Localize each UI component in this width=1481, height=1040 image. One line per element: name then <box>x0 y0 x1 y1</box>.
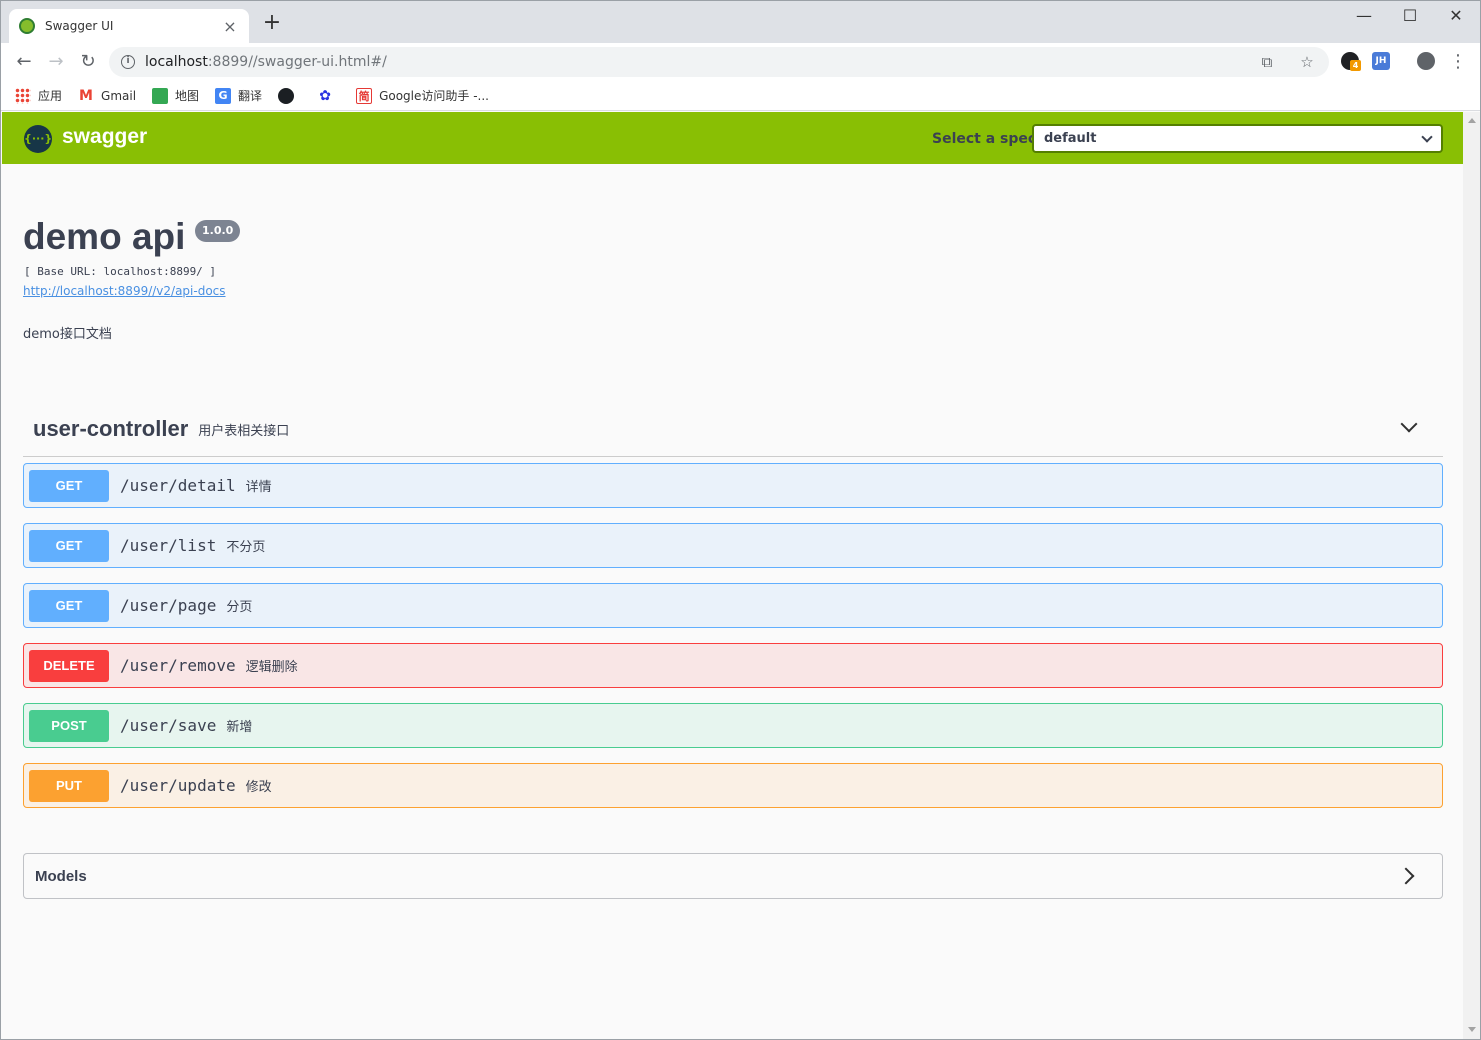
operation-summary: 不分页 <box>226 540 266 555</box>
api-title: demo api <box>23 216 186 257</box>
apps-grid-icon <box>15 87 31 104</box>
github-icon <box>278 87 295 104</box>
close-window-button[interactable]: ✕ <box>1433 5 1479 29</box>
operation-summary: 修改 <box>245 780 272 795</box>
chevron-down-icon <box>1421 130 1433 143</box>
method-badge: POST <box>29 709 109 742</box>
browser-window: Swagger UI × + — ☐ ✕ ← → ↻ i localhost:8… <box>0 0 1481 1040</box>
reload-icon[interactable]: ↻ <box>75 49 101 75</box>
operation-summary: 分页 <box>226 600 253 615</box>
tab-close-icon[interactable]: × <box>221 17 239 36</box>
swagger-page: {···} swagger Select a spec default demo… <box>2 112 1463 1039</box>
method-badge: GET <box>29 589 109 622</box>
operation-path: /user/save <box>120 716 217 735</box>
operation-path: /user/page <box>120 596 217 615</box>
operation-get-user-detail[interactable]: GET /user/detail 详情 <box>23 463 1443 508</box>
chevron-right-icon[interactable] <box>1397 867 1415 885</box>
operation-get-user-page[interactable]: GET /user/page 分页 <box>23 583 1443 628</box>
spec-select[interactable]: default <box>1032 124 1443 153</box>
bookmark-apps[interactable]: 应用 <box>15 87 62 104</box>
scroll-up-icon[interactable] <box>1468 118 1476 123</box>
tag-description: 用户表相关接口 <box>198 423 290 439</box>
gmail-icon: M <box>79 87 93 104</box>
tab-title: Swagger UI <box>45 19 114 33</box>
address-bar[interactable]: i localhost:8899//swagger-ui.html#/ ⧉ ☆ <box>109 47 1329 77</box>
operation-path: /user/list <box>120 536 217 555</box>
swagger-brand[interactable]: swagger <box>62 125 147 149</box>
tab-swagger-ui[interactable]: Swagger UI × <box>9 9 249 43</box>
back-arrow-icon[interactable]: ← <box>11 49 37 75</box>
browser-toolbar: ← → ↻ i localhost:8899//swagger-ui.html#… <box>1 43 1480 81</box>
tag-name: user-controller <box>33 416 189 441</box>
operation-summary: 新增 <box>226 720 253 735</box>
extension-icon[interactable]: 4 <box>1341 52 1361 71</box>
baidu-icon: ✿ <box>319 87 331 104</box>
jh-extension-icon[interactable]: JH <box>1372 52 1390 70</box>
bookmark-star-icon[interactable]: ☆ <box>1297 53 1317 71</box>
bookmark-gmail[interactable]: M Gmail <box>78 88 136 104</box>
bookmark-maps[interactable]: 地图 <box>152 87 199 104</box>
method-badge: DELETE <box>29 649 109 682</box>
bookmark-baidu[interactable]: ✿ <box>317 88 340 104</box>
version-badge: 1.0.0 <box>195 220 241 242</box>
chevron-down-icon[interactable] <box>1400 415 1418 433</box>
api-description: demo接口文档 <box>23 327 112 342</box>
forward-arrow-icon[interactable]: → <box>43 49 69 75</box>
translate-page-icon[interactable]: ⧉ <box>1257 53 1277 71</box>
page-scrollbar[interactable] <box>1463 112 1480 1039</box>
bookmark-google-helper[interactable]: 简 Google访问助手 -... <box>356 87 489 104</box>
jian-icon: 简 <box>356 87 373 104</box>
operation-delete-user-remove[interactable]: DELETE /user/remove 逻辑删除 <box>23 643 1443 688</box>
scroll-down-icon[interactable] <box>1468 1027 1476 1032</box>
site-info-icon[interactable]: i <box>121 55 135 69</box>
maps-icon <box>152 87 169 104</box>
operation-get-user-list[interactable]: GET /user/list 不分页 <box>23 523 1443 568</box>
minimize-button[interactable]: — <box>1341 5 1387 29</box>
menu-kebab-icon[interactable]: ⋮ <box>1445 49 1471 75</box>
url-host: localhost <box>145 54 208 70</box>
operation-path: /user/remove <box>120 656 236 675</box>
method-badge: GET <box>29 469 109 502</box>
base-url: [ Base URL: localhost:8899/ ] <box>24 265 217 278</box>
operation-path: /user/update <box>120 776 236 795</box>
select-spec-label: Select a spec <box>932 131 1037 147</box>
tag-user-controller[interactable]: user-controller 用户表相关接口 <box>23 402 1443 457</box>
swagger-favicon-icon <box>19 18 35 34</box>
operation-summary: 逻辑删除 <box>245 660 298 675</box>
models-title: Models <box>35 867 87 885</box>
maximize-button[interactable]: ☐ <box>1387 5 1433 29</box>
operation-path: /user/detail <box>120 476 236 495</box>
models-section[interactable]: Models <box>23 853 1443 899</box>
method-badge: PUT <box>29 769 109 802</box>
spec-select-value: default <box>1044 131 1097 146</box>
extension-badge: 4 <box>1350 60 1361 71</box>
translate-icon: G <box>215 87 232 104</box>
url-path: :8899//swagger-ui.html#/ <box>207 54 387 70</box>
operation-post-user-save[interactable]: POST /user/save 新增 <box>23 703 1443 748</box>
bookmark-translate[interactable]: G 翻译 <box>215 87 262 104</box>
operation-put-user-update[interactable]: PUT /user/update 修改 <box>23 763 1443 808</box>
profile-avatar-icon[interactable] <box>1417 52 1435 70</box>
swagger-logo-icon[interactable]: {···} <box>24 125 52 153</box>
tab-strip: Swagger UI × + — ☐ ✕ <box>1 1 1480 43</box>
api-docs-link[interactable]: http://localhost:8899//v2/api-docs <box>23 284 226 298</box>
bookmark-github[interactable] <box>278 87 301 104</box>
method-badge: GET <box>29 529 109 562</box>
new-tab-button[interactable]: + <box>261 12 283 35</box>
bookmarks-bar: 应用 M Gmail 地图 G 翻译 ✿ 简 Google访问助手 -... <box>1 81 1480 111</box>
swagger-topbar: {···} swagger Select a spec default <box>2 112 1463 164</box>
operation-summary: 详情 <box>245 480 272 495</box>
